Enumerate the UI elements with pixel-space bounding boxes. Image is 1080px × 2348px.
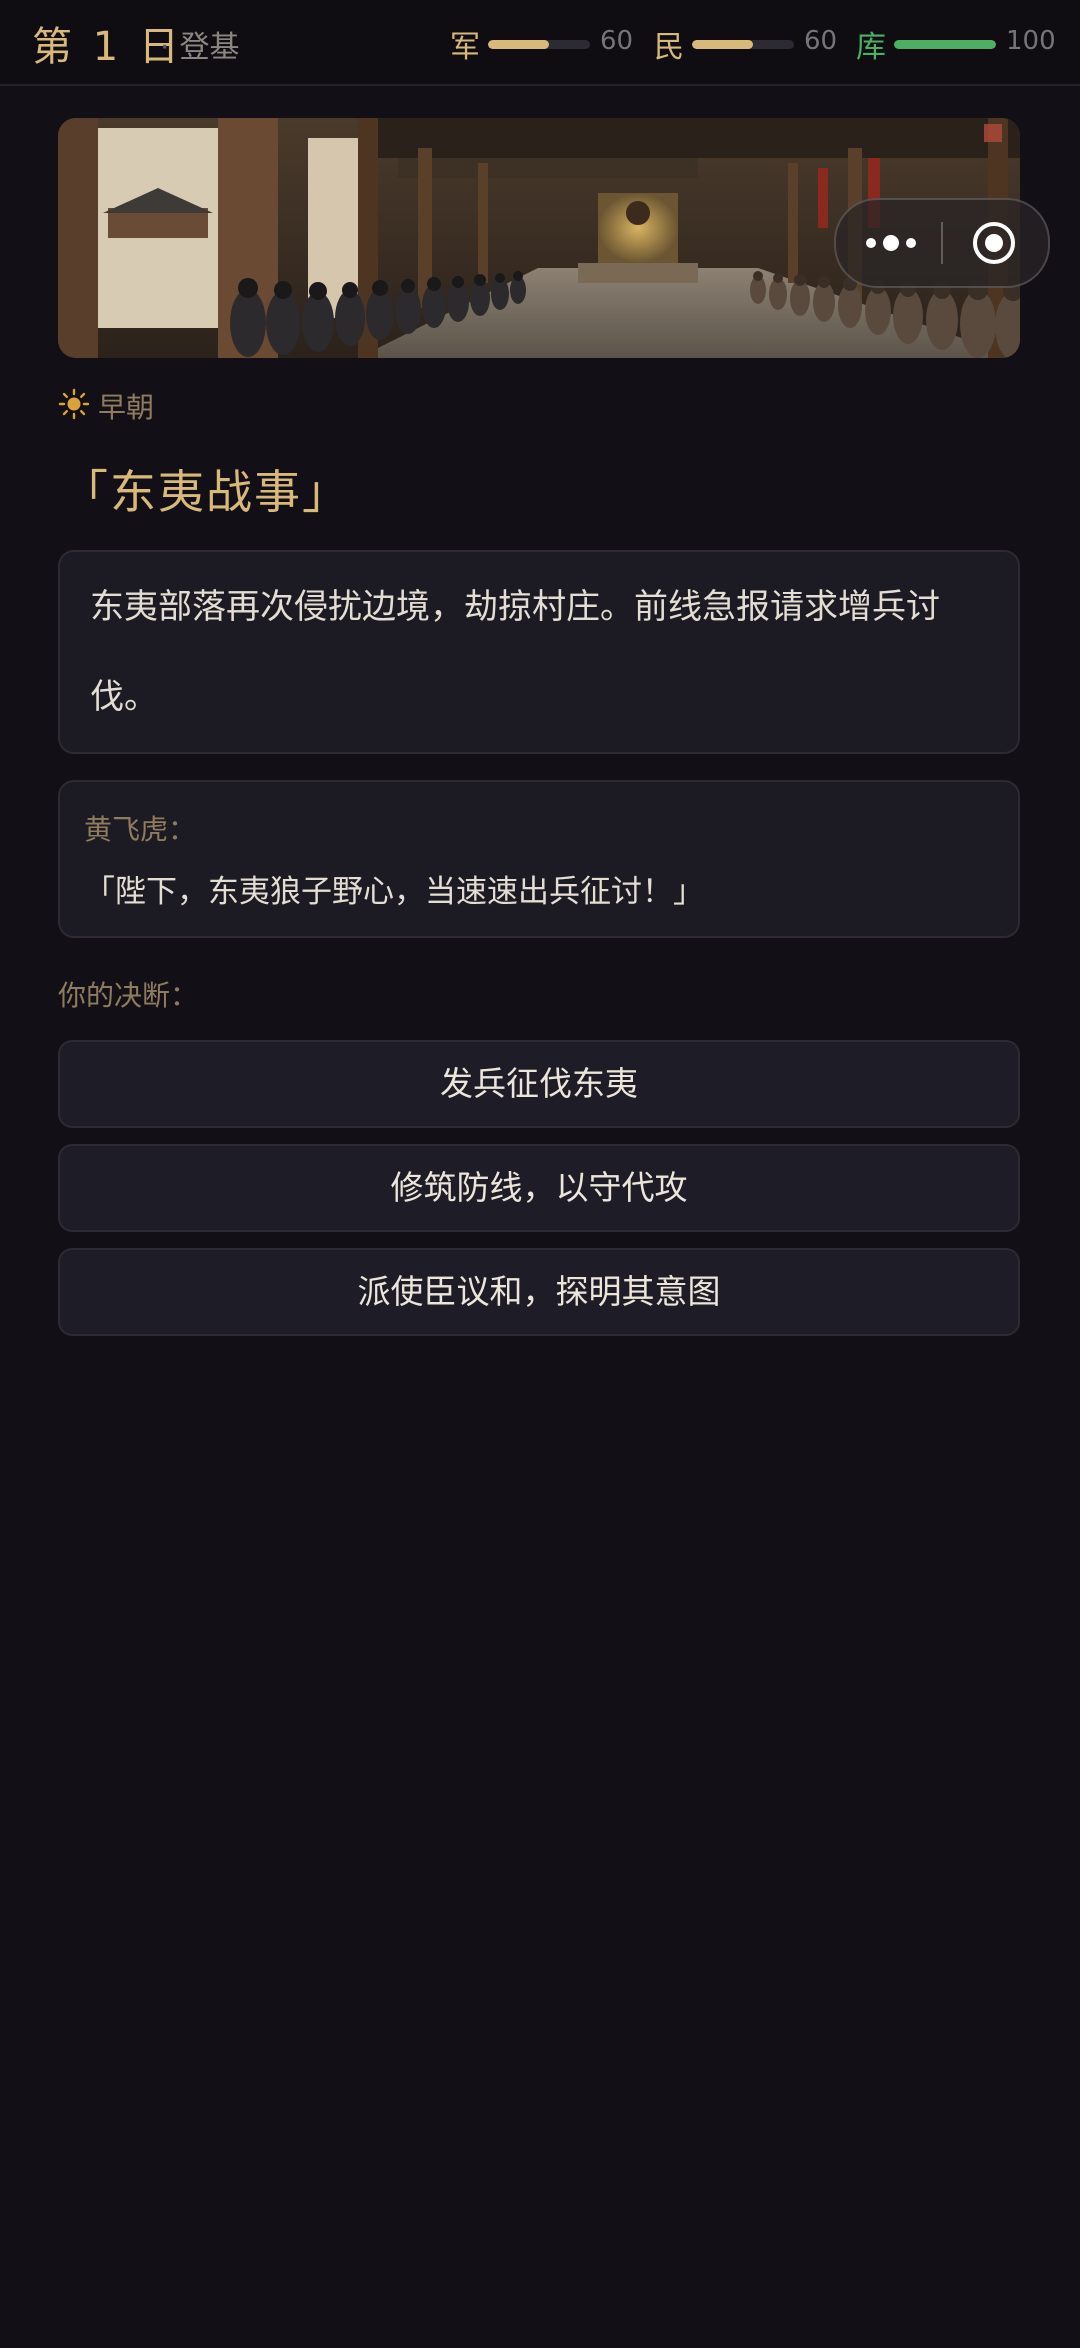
stat-treasury-bar — [894, 40, 996, 49]
era-name: · 登基 — [160, 22, 240, 66]
stat-treasury-fill — [894, 40, 996, 49]
era-separator: · — [160, 30, 170, 65]
stat-people-label: 民 — [654, 30, 684, 65]
stat-people-value: 60 — [804, 26, 838, 56]
menu-capsule — [834, 198, 1050, 288]
sun-icon — [58, 388, 90, 420]
decision-prompt: 你的决断： — [58, 979, 199, 1012]
event-description-card: 东夷部落再次侵扰边境，劫掠村庄。前线急报请求增兵讨伐。 — [58, 550, 1020, 754]
status-bar: 第 1 日 · 登基 军 60 民 60 库 100 — [0, 0, 1080, 86]
stat-army-fill — [488, 40, 550, 49]
stat-treasury-value: 100 — [1006, 26, 1056, 56]
choice-button-attack[interactable]: 发兵征伐东夷 — [58, 1040, 1020, 1128]
era-label: 登基 — [179, 30, 240, 65]
stat-treasury-label: 库 — [856, 30, 886, 65]
stat-army-value: 60 — [600, 26, 634, 56]
event-description: 东夷部落再次侵扰边境，劫掠村庄。前线急报请求增兵讨伐。 — [90, 587, 940, 717]
advisor-quote-card: 黄飞虎： 「陛下，东夷狼子野心，当速速出兵征讨！」 — [58, 780, 1020, 938]
session-text: 早朝 — [98, 391, 155, 424]
event-title: 「东夷战事」 — [62, 465, 350, 519]
more-dots-icon[interactable] — [862, 224, 920, 262]
choice-button-defend[interactable]: 修筑防线，以守代攻 — [58, 1144, 1020, 1232]
stat-army-bar — [488, 40, 590, 49]
capsule-divider — [941, 222, 943, 264]
target-circle-icon[interactable] — [970, 219, 1018, 267]
stat-people-bar — [692, 40, 794, 49]
advisor-name: 黄飞虎： — [84, 813, 197, 846]
advisor-quote: 「陛下，东夷狼子野心，当速速出兵征讨！」 — [84, 874, 704, 910]
stat-people-fill — [692, 40, 754, 49]
choice-button-negotiate[interactable]: 派使臣议和，探明其意图 — [58, 1248, 1020, 1336]
stat-army-label: 军 — [450, 30, 480, 65]
